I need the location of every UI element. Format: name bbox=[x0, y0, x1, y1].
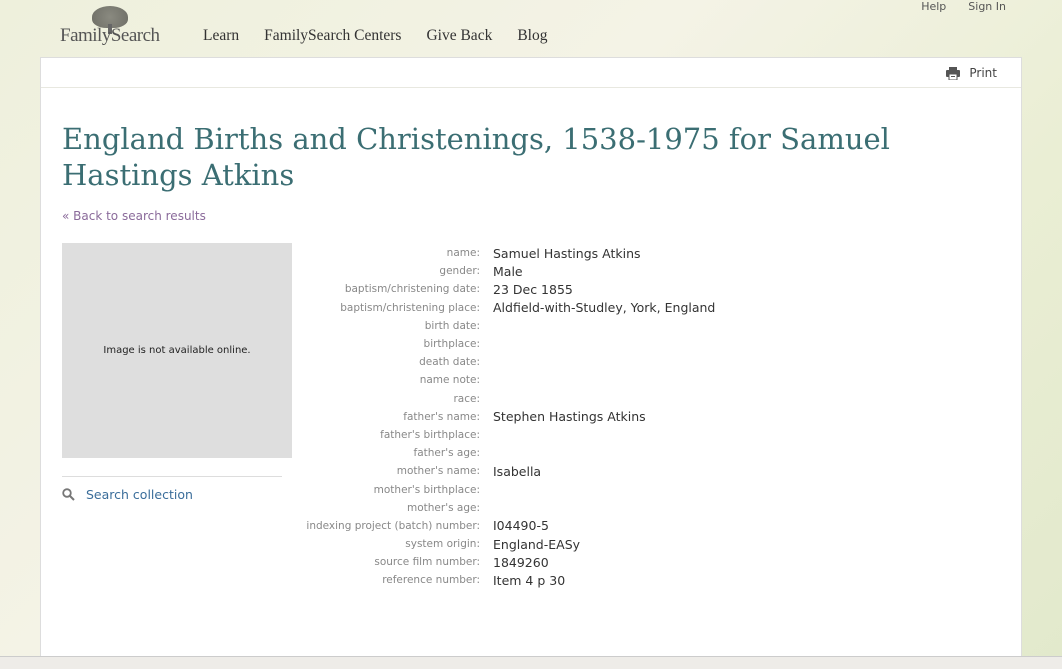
field-label: death date: bbox=[281, 356, 480, 368]
field-label: mother's age: bbox=[281, 502, 480, 514]
field-row: death date: bbox=[281, 353, 715, 371]
field-value: 1849260 bbox=[493, 555, 549, 570]
field-value: Aldfield-with-Studley, York, England bbox=[493, 300, 715, 315]
footer-bar bbox=[0, 656, 1062, 669]
field-label: mother's birthplace: bbox=[281, 484, 480, 496]
field-row: birth date: bbox=[281, 317, 715, 335]
divider bbox=[62, 476, 282, 477]
print-label: Print bbox=[969, 66, 997, 80]
field-value: 23 Dec 1855 bbox=[493, 282, 573, 297]
nav-blog[interactable]: Blog bbox=[517, 27, 547, 45]
field-row: mother's age: bbox=[281, 499, 715, 517]
field-label: reference number: bbox=[281, 574, 480, 586]
field-label: source film number: bbox=[281, 556, 480, 568]
nav-give-back[interactable]: Give Back bbox=[426, 27, 492, 45]
field-label: father's birthplace: bbox=[281, 429, 480, 441]
field-row: father's name: Stephen Hastings Atkins bbox=[281, 408, 715, 426]
field-row: indexing project (batch) number: I04490-5 bbox=[281, 517, 715, 535]
field-value: Male bbox=[493, 264, 523, 279]
field-label: father's age: bbox=[281, 447, 480, 459]
field-row: race: bbox=[281, 390, 715, 408]
field-row: mother's birthplace: bbox=[281, 480, 715, 498]
help-link[interactable]: Help bbox=[921, 0, 946, 13]
familysearch-logo[interactable]: FamilySearch bbox=[60, 6, 180, 46]
image-unavailable-text: Image is not available online. bbox=[103, 345, 250, 356]
print-button[interactable]: Print bbox=[946, 66, 997, 80]
back-to-search-results-link[interactable]: « Back to search results bbox=[62, 209, 206, 223]
field-row: gender: Male bbox=[281, 262, 715, 280]
record-fields: name:Samuel Hastings Atkinsgender:Maleba… bbox=[281, 244, 715, 590]
field-value: Item 4 p 30 bbox=[493, 573, 565, 588]
field-value: Samuel Hastings Atkins bbox=[493, 246, 641, 261]
field-row: name: Samuel Hastings Atkins bbox=[281, 244, 715, 262]
field-value: I04490-5 bbox=[493, 518, 549, 533]
page-title: England Births and Christenings, 1538-19… bbox=[62, 121, 1002, 193]
field-value: Stephen Hastings Atkins bbox=[493, 409, 646, 424]
field-row: birthplace: bbox=[281, 335, 715, 353]
field-label: birthplace: bbox=[281, 338, 480, 350]
field-label: gender: bbox=[281, 265, 480, 277]
field-label: baptism/christening place: bbox=[281, 302, 480, 314]
field-label: name note: bbox=[281, 374, 480, 386]
field-row: mother's name: Isabella bbox=[281, 462, 715, 480]
field-label: father's name: bbox=[281, 411, 480, 423]
field-label: birth date: bbox=[281, 320, 480, 332]
field-label: race: bbox=[281, 393, 480, 405]
main-nav: Learn FamilySearch Centers Give Back Blo… bbox=[203, 27, 547, 45]
record-card: Print England Births and Christenings, 1… bbox=[40, 57, 1022, 669]
printer-icon bbox=[946, 67, 960, 80]
search-collection-label: Search collection bbox=[86, 487, 193, 502]
field-label: indexing project (batch) number: bbox=[281, 520, 480, 532]
field-value: England-EASy bbox=[493, 537, 580, 552]
field-value: Isabella bbox=[493, 464, 541, 479]
sign-in-link[interactable]: Sign In bbox=[968, 0, 1006, 13]
search-collection-link[interactable]: Search collection bbox=[62, 487, 193, 502]
logo-text: FamilySearch bbox=[60, 25, 160, 47]
field-row: name note: bbox=[281, 371, 715, 389]
field-label: system origin: bbox=[281, 538, 480, 550]
field-row: baptism/christening place: Aldfield-with-… bbox=[281, 299, 715, 317]
field-label: baptism/christening date: bbox=[281, 283, 480, 295]
field-row: reference number: Item 4 p 30 bbox=[281, 571, 715, 589]
field-row: source film number: 1849260 bbox=[281, 553, 715, 571]
top-links: Help Sign In bbox=[921, 0, 1006, 13]
field-label: name: bbox=[281, 247, 480, 259]
field-row: system origin: England-EASy bbox=[281, 535, 715, 553]
toolbar: Print bbox=[41, 58, 1021, 88]
field-row: father's age: bbox=[281, 444, 715, 462]
field-label: mother's name: bbox=[281, 465, 480, 477]
record-image-placeholder: Image is not available online. bbox=[62, 243, 292, 458]
nav-learn[interactable]: Learn bbox=[203, 27, 239, 45]
nav-familysearch-centers[interactable]: FamilySearch Centers bbox=[264, 27, 401, 45]
search-icon bbox=[62, 488, 75, 501]
field-row: baptism/christening date: 23 Dec 1855 bbox=[281, 280, 715, 298]
field-row: father's birthplace: bbox=[281, 426, 715, 444]
